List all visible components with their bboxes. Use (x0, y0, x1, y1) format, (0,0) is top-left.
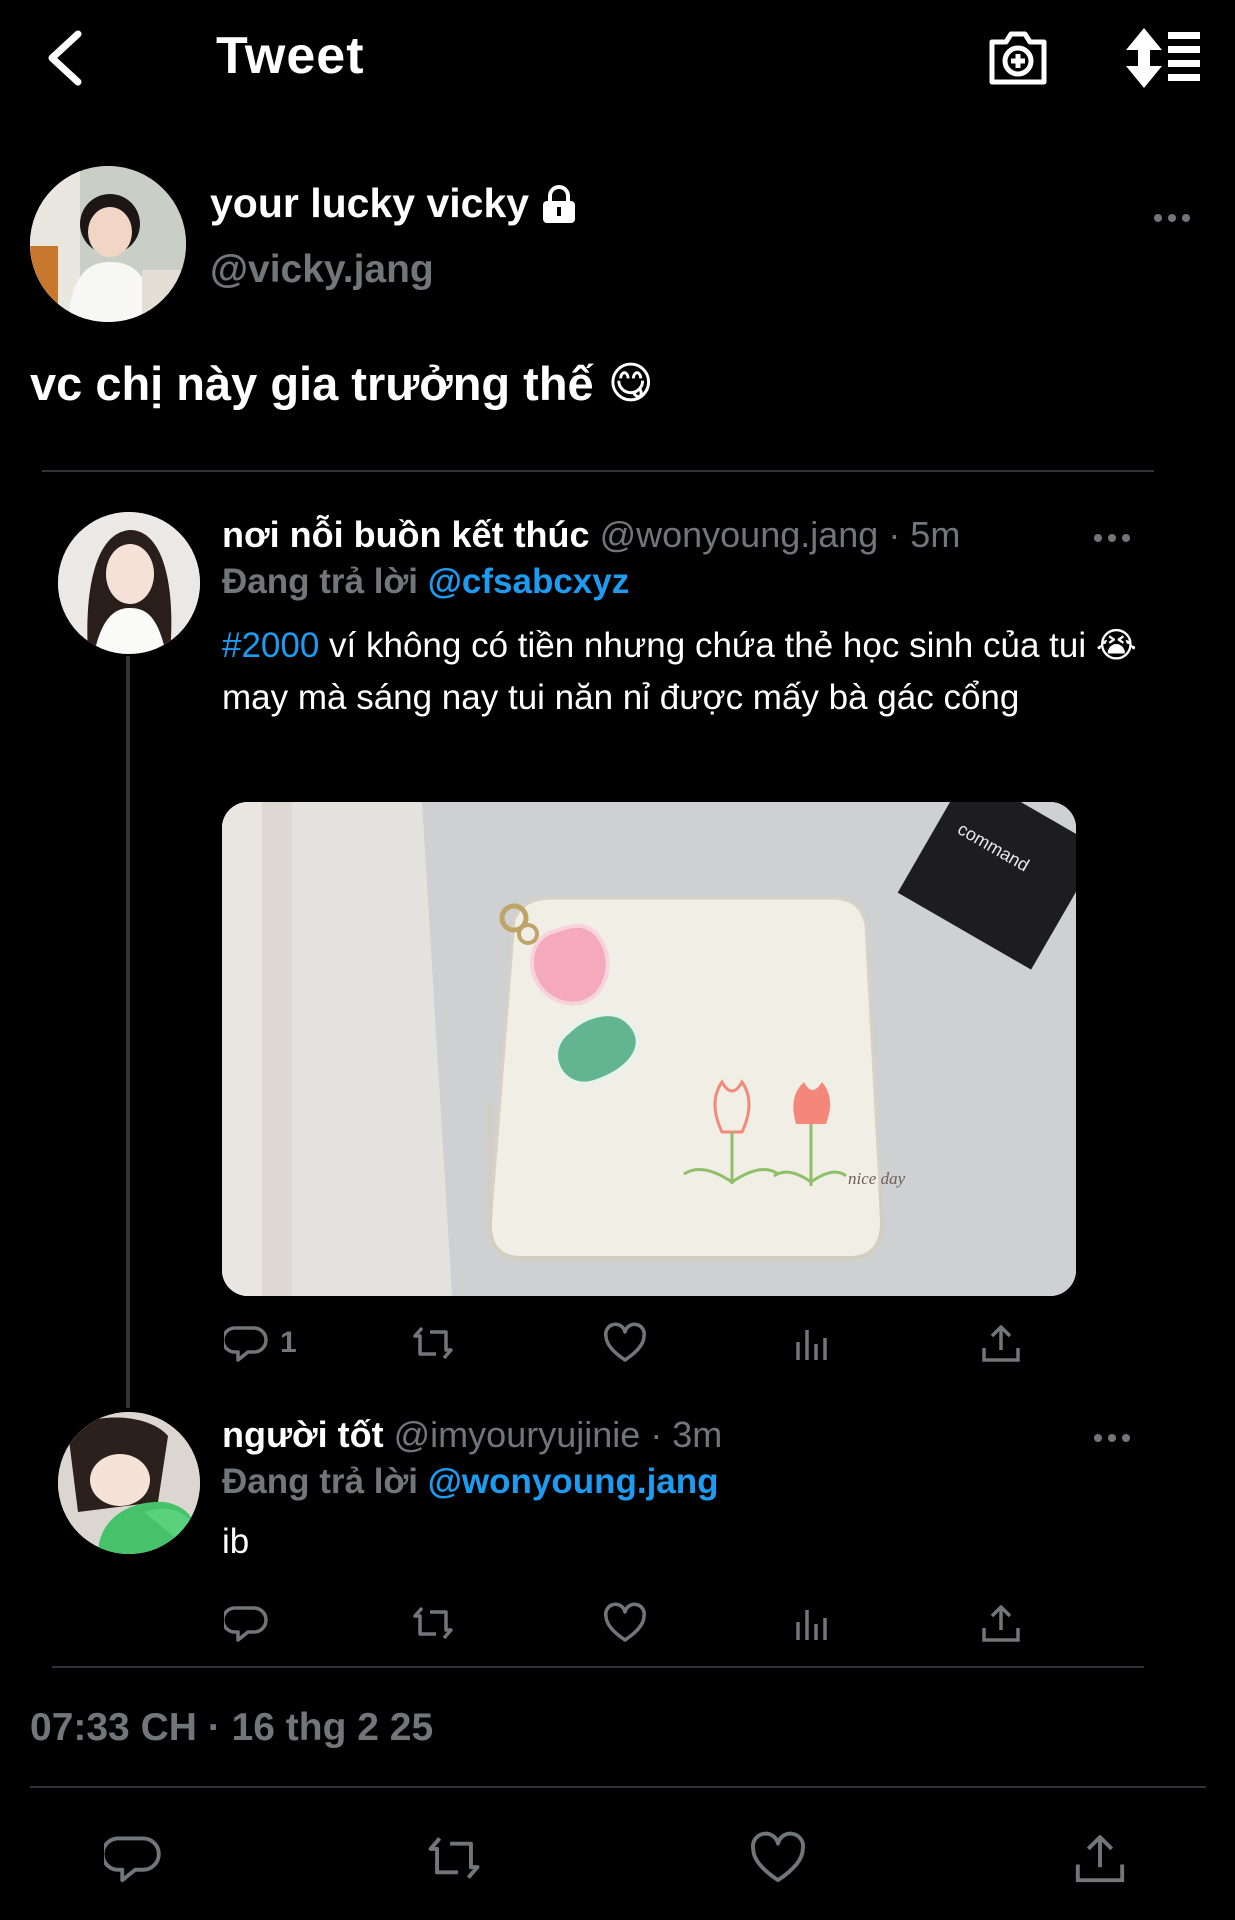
reply-bubble-icon (100, 1836, 161, 1883)
main-reply-button[interactable] (100, 1828, 164, 1888)
reply-button[interactable]: 1 (224, 1320, 297, 1366)
share-icon (982, 1605, 1020, 1642)
reply-meta: @wonyoung.jang · 5m (599, 514, 961, 555)
main-retweet-button[interactable] (424, 1828, 484, 1888)
avatar-photo (58, 1412, 200, 1554)
reply-more-button[interactable] (1092, 1418, 1132, 1458)
reply-bubble-icon (224, 1326, 268, 1362)
replying-to: Đang trả lời @cfsabcxyz (222, 562, 629, 602)
tweet-timestamp: 07:33 CH · 16 thg 2 25 (30, 1706, 434, 1749)
analytics-icon (796, 1610, 827, 1640)
attached-photo[interactable]: command nice day (222, 802, 1076, 1296)
sort-replies-button[interactable] (1126, 28, 1200, 88)
more-options-button[interactable] (1152, 198, 1192, 238)
reply-text-part: ví không có tiền nhưng chứa thẻ học sinh… (319, 626, 1096, 665)
back-button[interactable] (40, 28, 92, 88)
replying-to-prefix: Đang trả lời (222, 1462, 419, 1501)
lock-icon (543, 184, 576, 223)
wallet-print-label: nice day (848, 1169, 906, 1188)
add-photo-icon (989, 31, 1047, 85)
reply-header: nơi nỗi buồn kết thúc @wonyoung.jang · 5… (222, 514, 960, 556)
reply-more-button[interactable] (1092, 518, 1132, 558)
retweet-icon (428, 1837, 480, 1879)
replying-to: Đang trả lời @wonyoung.jang (222, 1462, 719, 1502)
more-dots-icon (1154, 214, 1190, 222)
share-button[interactable] (978, 1320, 1024, 1366)
add-photo-button[interactable] (986, 26, 1050, 90)
thread-line (126, 656, 130, 1408)
reply-text: #2000 ví không có tiền nhưng chứa thẻ họ… (222, 620, 1142, 724)
avatar-photo (58, 512, 200, 654)
reply-author-name[interactable]: nơi nỗi buồn kết thúc (222, 514, 590, 555)
analytics-icon (796, 1330, 827, 1360)
share-button[interactable] (978, 1600, 1024, 1646)
reply-text: ib (222, 1522, 250, 1561)
like-button[interactable] (602, 1600, 648, 1646)
author-name-text: your lucky vicky (210, 180, 530, 226)
back-chevron-icon (48, 30, 82, 86)
reply-avatar[interactable] (58, 1412, 200, 1554)
tweet-text: vc chị này gia trưởng thế 😋 (30, 356, 654, 411)
wallet-photo: command nice day (222, 802, 1076, 1296)
reply-meta: @imyouryujinie · 3m (393, 1414, 723, 1455)
share-icon (982, 1325, 1020, 1362)
reply-header: người tốt @imyouryujinie · 3m (222, 1414, 722, 1456)
more-dots-icon (1094, 1434, 1130, 1442)
tweet-text-content: vc chị này gia trưởng thế (30, 357, 594, 410)
more-dots-icon (1094, 534, 1130, 542)
heart-icon (604, 1322, 646, 1362)
share-icon (1075, 1835, 1125, 1883)
reply-bubble-icon (224, 1606, 268, 1642)
author-name[interactable]: your lucky vicky (210, 180, 577, 227)
avatar-photo (30, 166, 186, 322)
views-button[interactable] (790, 1320, 836, 1366)
main-like-button[interactable] (748, 1828, 808, 1888)
reply-text-part: may mà sáng nay tui năn nỉ được mấy bà g… (222, 678, 1020, 717)
reply-author-name[interactable]: người tốt (222, 1414, 384, 1455)
divider (30, 1786, 1206, 1788)
author-handle[interactable]: @vicky.jang (210, 248, 434, 292)
retweet-button[interactable] (410, 1600, 456, 1646)
divider (42, 470, 1154, 472)
heart-icon (604, 1602, 646, 1642)
page-title: Tweet (216, 27, 365, 85)
author-avatar[interactable] (30, 166, 186, 322)
main-share-button[interactable] (1070, 1828, 1130, 1888)
divider (52, 1666, 1144, 1668)
replying-to-link[interactable]: @cfsabcxyz (428, 562, 629, 601)
hashtag-link[interactable]: #2000 (222, 626, 319, 665)
reply-count: 1 (280, 1326, 297, 1359)
sort-icon (1126, 28, 1200, 88)
replying-to-link[interactable]: @wonyoung.jang (428, 1462, 719, 1501)
replying-to-prefix: Đang trả lời (222, 562, 419, 601)
retweet-button[interactable] (410, 1320, 456, 1366)
views-button[interactable] (790, 1600, 836, 1646)
retweet-icon (413, 1606, 453, 1640)
yum-emoji: 😋 (607, 359, 654, 408)
heart-icon (750, 1831, 806, 1883)
retweet-icon (413, 1326, 453, 1360)
reply-button[interactable] (224, 1600, 270, 1646)
reply-avatar[interactable] (58, 512, 200, 654)
like-button[interactable] (602, 1320, 648, 1366)
sob-emoji: 😭 (1095, 626, 1137, 665)
